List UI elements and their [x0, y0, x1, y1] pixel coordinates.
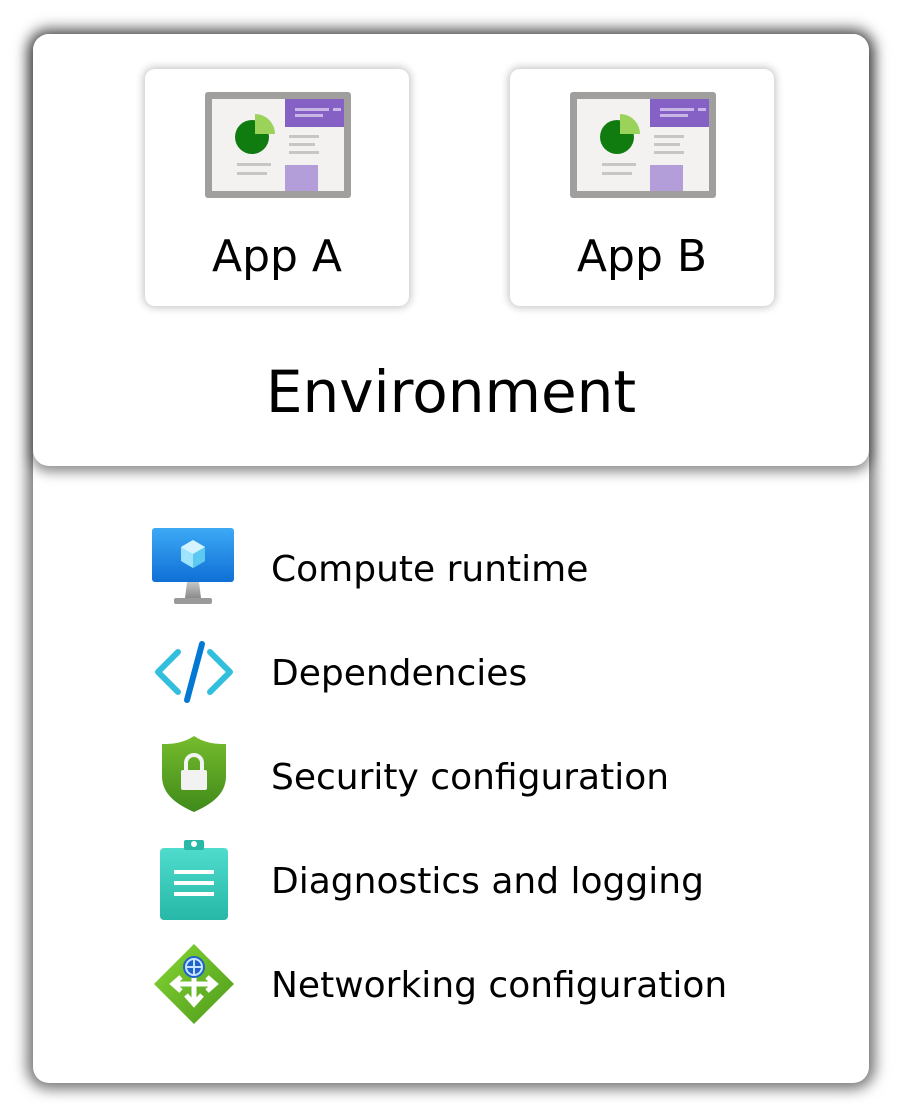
- app-window-icon: [570, 92, 716, 198]
- feature-label: Diagnostics and logging: [271, 861, 704, 902]
- feature-networking-configuration: Networking configuration: [150, 940, 850, 1030]
- environment-title: Environment: [265, 358, 637, 426]
- app-window-icon: [205, 92, 351, 198]
- app-label-a: App A: [211, 231, 343, 282]
- feature-label: Security configuration: [271, 757, 670, 798]
- feature-compute-runtime: Compute runtime: [150, 524, 850, 614]
- feature-label: Dependencies: [271, 653, 528, 694]
- feature-dependencies: Dependencies: [150, 628, 850, 718]
- feature-label: Networking configuration: [271, 965, 728, 1006]
- environment-container: App A App B Environment Compute runtime …: [33, 34, 869, 1083]
- app-card-b[interactable]: App B: [510, 69, 774, 306]
- shield-lock-icon: [162, 736, 226, 812]
- feature-diagnostics-logging: Diagnostics and logging: [150, 836, 850, 926]
- app-label-b: App B: [576, 231, 708, 282]
- network-arrows-icon: [154, 944, 234, 1024]
- code-icon: [155, 641, 233, 703]
- feature-security-configuration: Security configuration: [150, 732, 850, 822]
- feature-label: Compute runtime: [271, 549, 589, 590]
- virtual-machine-icon: [152, 528, 234, 604]
- app-card-a[interactable]: App A: [145, 69, 409, 306]
- environment-box: App A App B Environment: [33, 34, 869, 466]
- clipboard-icon: [160, 840, 228, 920]
